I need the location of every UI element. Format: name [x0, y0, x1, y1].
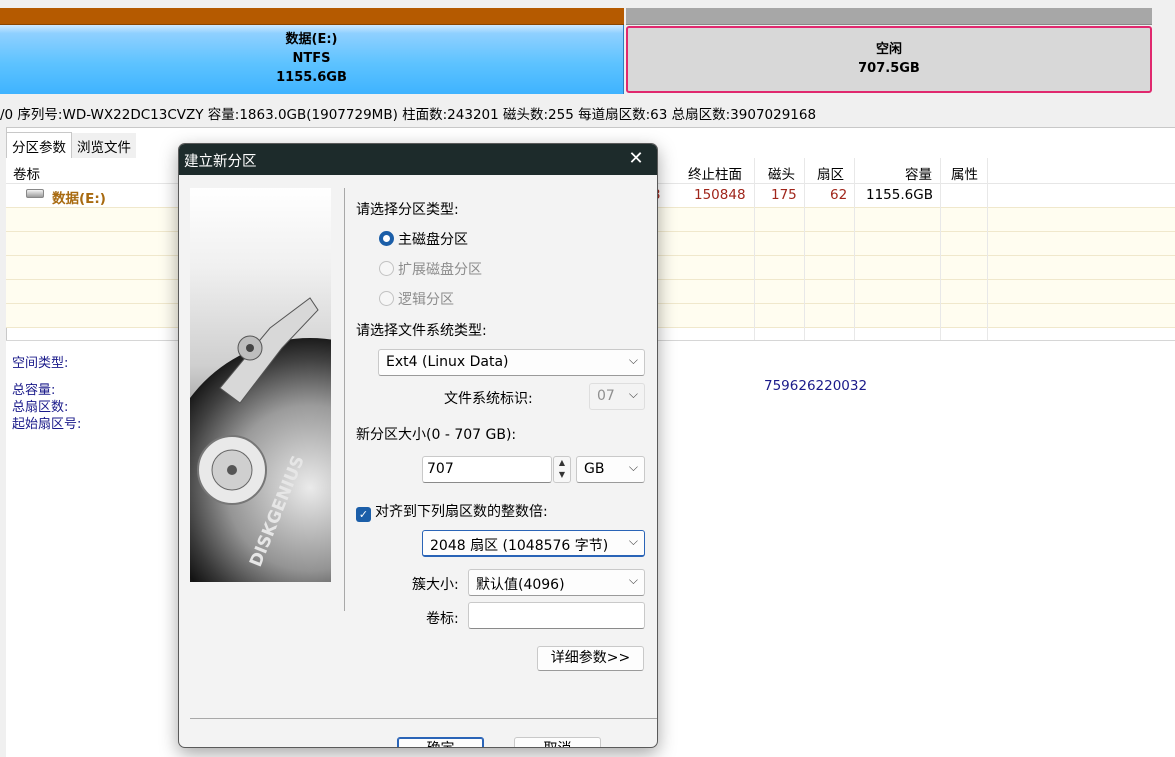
cluster-size-value: 默认值(4096)	[476, 577, 565, 593]
cancel-button[interactable]: 取消	[514, 737, 601, 747]
size-value: 707	[427, 461, 454, 477]
radio-primary-label: 主磁盘分区	[398, 232, 468, 248]
space-type-label: 空间类型:	[12, 356, 69, 371]
fs-id-value: 07	[597, 388, 615, 404]
radio-extended-partition[interactable]: 扩展磁盘分区	[379, 259, 482, 279]
dialog-titlebar[interactable]: 建立新分区 ✕	[179, 144, 657, 175]
radio-dot	[379, 261, 394, 276]
partition-type-label: 请选择分区类型:	[356, 202, 459, 218]
free-space-name: 空闲	[875, 42, 902, 57]
chevron-down-icon: ⌵	[628, 387, 638, 401]
size-unit-select[interactable]: GB ⌵	[576, 456, 645, 483]
hdd-illustration: DISKGENIUS	[190, 297, 331, 582]
col-divider	[987, 158, 988, 340]
align-select[interactable]: 2048 扇区 (1048576 字节) ⌵	[422, 530, 645, 557]
row-end-cylinder: 150848	[694, 187, 746, 203]
col-label[interactable]: 卷标	[13, 163, 40, 183]
capacity-bytes-value: 759626220032	[764, 378, 868, 394]
radio-dot	[379, 291, 394, 306]
size-input[interactable]: 707	[422, 456, 552, 483]
align-label: 对齐到下列扇区数的整数倍:	[375, 504, 548, 520]
row-head: 175	[771, 187, 797, 203]
chevron-down-icon: ⌵	[628, 534, 638, 548]
radio-dot	[379, 231, 394, 246]
ok-button[interactable]: 确定	[397, 737, 484, 747]
disk-map: 数据(E:) NTFS 1155.6GB 空闲 707.5GB	[0, 8, 1152, 94]
partition-e-block[interactable]: 数据(E:) NTFS 1155.6GB	[0, 8, 624, 94]
row-capacity: 1155.6GB	[866, 187, 933, 203]
dialog-title: 建立新分区	[184, 154, 257, 170]
align-checkbox[interactable]: ✓ 对齐到下列扇区数的整数倍:	[356, 501, 548, 522]
cluster-size-select[interactable]: 默认值(4096) ⌵	[468, 569, 645, 596]
row-sector: 62	[830, 187, 848, 203]
chevron-down-icon: ⌵	[628, 460, 638, 474]
start-sector-label: 起始扇区号:	[12, 417, 82, 432]
col-capacity[interactable]: 容量	[905, 163, 932, 183]
partition-e-cap	[0, 8, 624, 25]
chevron-down-icon: ⌵	[628, 573, 638, 587]
tab-bar: 分区参数 浏览文件	[6, 132, 136, 159]
size-label: 新分区大小(0 - 707 GB):	[356, 427, 517, 443]
size-unit-value: GB	[584, 461, 605, 477]
tab-partition-params[interactable]: 分区参数	[6, 132, 72, 159]
free-space-size: 707.5GB	[858, 61, 920, 76]
free-space-body[interactable]: 空闲 707.5GB	[626, 26, 1152, 93]
col-head[interactable]: 磁头	[768, 163, 795, 183]
checkmark-icon: ✓	[356, 507, 371, 522]
radio-extended-label: 扩展磁盘分区	[398, 262, 482, 278]
col-attr[interactable]: 属性	[951, 163, 978, 183]
radio-primary-partition[interactable]: 主磁盘分区	[379, 229, 468, 249]
col-divider	[940, 158, 941, 340]
size-stepper[interactable]: ▲ ▼	[553, 456, 571, 483]
partition-e-body[interactable]: 数据(E:) NTFS 1155.6GB	[0, 25, 624, 94]
free-space-block[interactable]: 空闲 707.5GB	[626, 8, 1152, 94]
partition-e-size: 1155.6GB	[276, 70, 347, 85]
partition-e-fs: NTFS	[292, 51, 331, 66]
align-value: 2048 扇区 (1048576 字节)	[430, 538, 609, 554]
fs-type-select[interactable]: Ext4 (Linux Data) ⌵	[378, 349, 645, 376]
dialog-body: DISKGENIUS 请选择分区类型: 主磁盘分区 扩展磁盘分区 逻辑分区 请选…	[179, 175, 657, 747]
volume-label-input[interactable]	[468, 602, 645, 629]
col-divider	[804, 158, 805, 340]
partition-e-name: 数据(E:)	[285, 32, 338, 47]
close-icon[interactable]: ✕	[625, 148, 647, 170]
radio-logical-partition[interactable]: 逻辑分区	[379, 289, 454, 309]
fs-type-label: 请选择文件系统类型:	[356, 323, 487, 339]
fs-id-label: 文件系统标识:	[444, 391, 533, 407]
fs-type-value: Ext4 (Linux Data)	[386, 354, 509, 370]
disk-info-line: /0 序列号:WD-WX22DC13CVZY 容量:1863.0GB(19077…	[0, 107, 817, 123]
dialog-vertical-divider	[344, 188, 345, 611]
radio-logical-label: 逻辑分区	[398, 292, 454, 308]
row-label: 数据(E:)	[52, 191, 106, 207]
col-end-cylinder[interactable]: 终止柱面	[688, 163, 742, 183]
cluster-size-label: 簇大小:	[412, 577, 459, 593]
new-partition-dialog: 建立新分区 ✕ DISKGENIUS 请选择分区类型: 主磁盘分区 扩展磁盘分区…	[178, 143, 658, 748]
chevron-down-icon: ⌵	[628, 353, 638, 367]
tab-browse-files[interactable]: 浏览文件	[72, 133, 136, 159]
col-divider	[754, 158, 755, 340]
fs-id-select[interactable]: 07 ⌵	[589, 383, 645, 410]
drive-icon	[26, 189, 44, 198]
arrow-down-icon[interactable]: ▼	[554, 469, 570, 481]
details-button[interactable]: 详细参数>>	[537, 646, 644, 671]
hdd-image: DISKGENIUS	[190, 188, 331, 582]
free-space-cap	[626, 8, 1152, 25]
col-divider	[854, 158, 855, 340]
arrow-up-icon[interactable]: ▲	[554, 457, 570, 469]
volume-label-label: 卷标:	[426, 611, 459, 627]
col-sector[interactable]: 扇区	[817, 163, 844, 183]
dialog-horizontal-divider	[190, 718, 657, 719]
